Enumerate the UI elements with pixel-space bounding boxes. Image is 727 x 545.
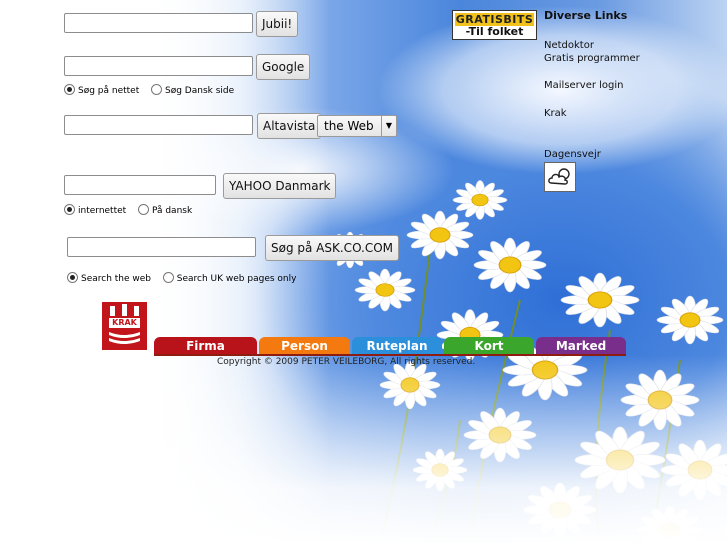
google-search-button[interactable]: Google [256,54,311,80]
altavista-search-button[interactable]: Altavista [257,113,322,139]
yahoo-radio-danish[interactable] [137,204,149,215]
diverse-links-heading: Diverse Links [544,9,628,22]
yahoo-radio-danish-label: På dansk [151,206,193,216]
weather-button[interactable] [544,162,576,192]
ask-search-button[interactable]: Søg på ASK.CO.COM [265,235,400,261]
krak-logo-text: KRAK [109,318,140,328]
link-krak[interactable]: Krak [544,108,567,119]
ask-radio-uk[interactable] [162,272,174,283]
google-radio-danish[interactable] [151,84,162,95]
google-search-input[interactable] [64,56,253,76]
yahoo-search-button[interactable]: YAHOO Danmark [223,173,337,199]
link-dagensvejr[interactable]: Dagensvejr [544,149,601,160]
altavista-scope-value: the Web [324,119,374,133]
yahoo-search-input[interactable] [64,175,216,195]
chevron-down-icon: ▼ [381,116,396,136]
copyright-text: Copyright © 2009 PETER VEILEBORG, All ri… [217,357,476,367]
krak-logo[interactable]: KRAK [102,302,147,350]
logo-bottom-text: -Til folket [465,25,524,38]
google-radio-web-label: Søg på nettet [78,86,140,96]
google-radio-web[interactable] [64,84,75,95]
yahoo-radio-internet[interactable] [64,204,75,215]
google-radio-danish-label: Søg Dansk side [165,86,235,96]
ask-search-input[interactable] [67,237,256,257]
link-mailserver-login[interactable]: Mailserver login [544,80,624,91]
ask-radio-uk-label: Search UK web pages only [176,274,297,284]
jubii-search-button[interactable]: Jubii! [256,11,299,37]
cloud-sun-icon [548,168,570,185]
gratisbits-logo[interactable]: GRATISBITS -Til folket [452,10,537,40]
jubii-search-input[interactable] [64,13,253,33]
ask-radio-web[interactable] [67,272,78,283]
altavista-search-input[interactable] [64,115,253,135]
ask-radio-web-label: Search the web [81,274,152,284]
link-gratis-programmer[interactable]: Gratis programmer [544,53,640,64]
google-scope-options: Søg på nettet Søg Dansk side [64,84,234,96]
yahoo-scope-options: internettet På dansk [64,204,192,216]
ask-scope-options: Search the web Search UK web pages only [67,272,296,284]
yahoo-radio-internet-label: internettet [78,206,127,216]
tab-underline [154,354,626,356]
link-netdoktor[interactable]: Netdoktor [544,40,594,51]
altavista-scope-select[interactable]: the Web ▼ [317,115,397,137]
